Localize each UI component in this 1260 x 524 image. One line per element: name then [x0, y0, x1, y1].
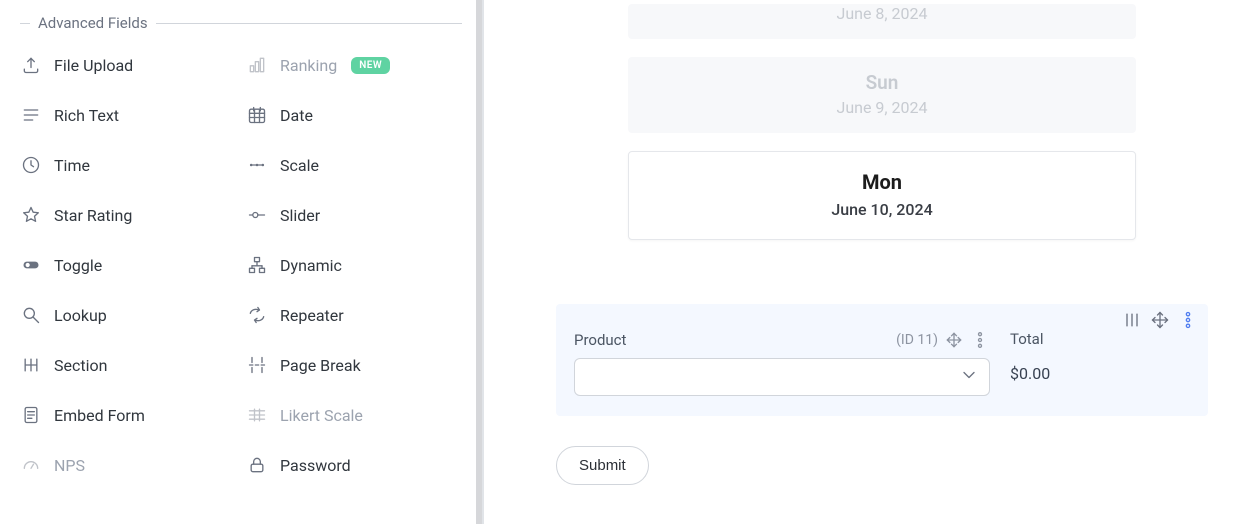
pagebreak-icon	[246, 354, 268, 376]
calendar-icon	[246, 104, 268, 126]
field-dynamic[interactable]: Dynamic	[246, 254, 462, 276]
move-icon[interactable]	[944, 330, 964, 350]
product-id-label: (ID 11)	[896, 332, 938, 348]
day-date: June 9, 2024	[628, 98, 1136, 117]
block-toolbar	[1122, 310, 1198, 330]
search-icon	[20, 304, 42, 326]
field-label: Section	[54, 356, 107, 375]
field-time[interactable]: Time	[20, 154, 236, 176]
day-name: Sun	[628, 71, 1136, 94]
form-canvas: June 8, 2024 Sun June 9, 2024 Mon June 1…	[484, 0, 1260, 524]
field-file-upload[interactable]: File Upload	[20, 54, 236, 76]
field-repeater[interactable]: Repeater	[246, 304, 462, 326]
move-icon[interactable]	[1150, 310, 1170, 330]
star-icon	[20, 204, 42, 226]
likert-icon	[246, 404, 268, 426]
field-label: Embed Form	[54, 406, 145, 425]
field-nps: NPS	[20, 454, 236, 476]
field-section[interactable]: Section	[20, 354, 236, 376]
field-label: Lookup	[54, 306, 107, 325]
field-lookup[interactable]: Lookup	[20, 304, 236, 326]
day-card-sat[interactable]: June 8, 2024	[628, 4, 1136, 39]
embed-icon	[20, 404, 42, 426]
repeater-icon	[246, 304, 268, 326]
fields-grid: File Upload Ranking NEW Rich Text Date	[20, 54, 462, 476]
field-label: Rich Text	[54, 106, 119, 125]
field-label: Ranking	[280, 56, 337, 75]
day-card-mon[interactable]: Mon June 10, 2024	[628, 151, 1136, 240]
new-badge: NEW	[351, 57, 390, 74]
section-header: Advanced Fields	[20, 14, 462, 32]
field-label: Repeater	[280, 306, 344, 325]
field-label: Slider	[280, 206, 320, 225]
slider-icon	[246, 204, 268, 226]
gauge-icon	[20, 454, 42, 476]
field-label: Star Rating	[54, 206, 132, 225]
field-label: Dynamic	[280, 256, 342, 275]
field-label: File Upload	[54, 56, 133, 75]
columns-icon[interactable]	[1122, 310, 1142, 330]
fields-sidebar: Advanced Fields File Upload Ranking NEW …	[0, 0, 484, 524]
section-label: Advanced Fields	[38, 14, 148, 32]
upload-icon	[20, 54, 42, 76]
day-date: June 8, 2024	[628, 4, 1136, 23]
field-rich-text[interactable]: Rich Text	[20, 104, 236, 126]
field-label: NPS	[54, 456, 85, 475]
more-icon[interactable]	[1178, 310, 1198, 330]
field-slider[interactable]: Slider	[246, 204, 462, 226]
clock-icon	[20, 154, 42, 176]
total-field: Total $0.00	[1010, 330, 1190, 396]
section-icon	[20, 354, 42, 376]
field-label: Time	[54, 156, 90, 175]
day-date: June 10, 2024	[629, 200, 1135, 219]
field-label: Date	[280, 106, 313, 125]
field-label: Scale	[280, 156, 319, 175]
field-label: Page Break	[280, 356, 361, 375]
product-field: Product (ID 11)	[574, 330, 990, 396]
chevron-down-icon	[959, 365, 979, 389]
field-password[interactable]: Password	[246, 454, 462, 476]
lock-icon	[246, 454, 268, 476]
product-block[interactable]: Product (ID 11)	[556, 304, 1208, 416]
richtext-icon	[20, 104, 42, 126]
total-value: $0.00	[1010, 356, 1190, 383]
ranking-icon	[246, 54, 268, 76]
field-likert-scale: Likert Scale	[246, 404, 462, 426]
product-select[interactable]	[574, 358, 990, 396]
total-label: Total	[1010, 330, 1044, 348]
product-label: Product	[574, 331, 626, 349]
day-name: Mon	[629, 170, 1135, 194]
scale-icon	[246, 154, 268, 176]
field-toggle[interactable]: Toggle	[20, 254, 236, 276]
submit-button[interactable]: Submit	[556, 446, 649, 485]
dynamic-icon	[246, 254, 268, 276]
submit-label: Submit	[579, 457, 626, 474]
field-label: Toggle	[54, 256, 102, 275]
field-label: Password	[280, 456, 351, 475]
field-date[interactable]: Date	[246, 104, 462, 126]
toggle-icon	[20, 254, 42, 276]
field-star-rating[interactable]: Star Rating	[20, 204, 236, 226]
field-ranking: Ranking NEW	[246, 54, 462, 76]
field-label: Likert Scale	[280, 406, 363, 425]
day-card-sun[interactable]: Sun June 9, 2024	[628, 57, 1136, 133]
field-page-break[interactable]: Page Break	[246, 354, 462, 376]
field-scale[interactable]: Scale	[246, 154, 462, 176]
field-embed-form[interactable]: Embed Form	[20, 404, 236, 426]
more-icon[interactable]	[970, 330, 990, 350]
